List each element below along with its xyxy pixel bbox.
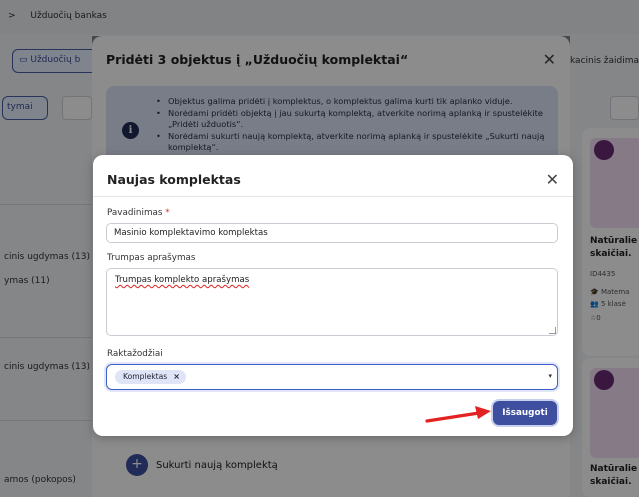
new-set-modal: Naujas komplektas ✕ Pavadinimas * Trumpa…: [93, 155, 573, 436]
divider: [93, 196, 573, 197]
keyword-chip-label: Komplektas: [123, 372, 168, 381]
remove-chip-icon[interactable]: ×: [173, 370, 180, 384]
close-icon[interactable]: ✕: [546, 170, 559, 189]
required-mark: *: [165, 208, 170, 218]
keyword-chip: Komplektas ×: [115, 370, 186, 384]
keywords-label: Raktažodžiai: [107, 349, 163, 359]
modal-title: Naujas komplektas: [107, 172, 241, 187]
name-input[interactable]: [106, 223, 558, 243]
keywords-select[interactable]: Komplektas × ▾: [106, 364, 558, 390]
description-label: Trumpas aprašymas: [107, 253, 196, 263]
chevron-down-icon[interactable]: ▾: [548, 372, 552, 380]
resize-handle-icon[interactable]: [549, 327, 556, 334]
description-textarea[interactable]: [106, 268, 558, 336]
name-label: Pavadinimas *: [107, 208, 170, 218]
name-label-text: Pavadinimas: [107, 208, 163, 218]
save-button[interactable]: Išsaugoti: [493, 401, 557, 425]
